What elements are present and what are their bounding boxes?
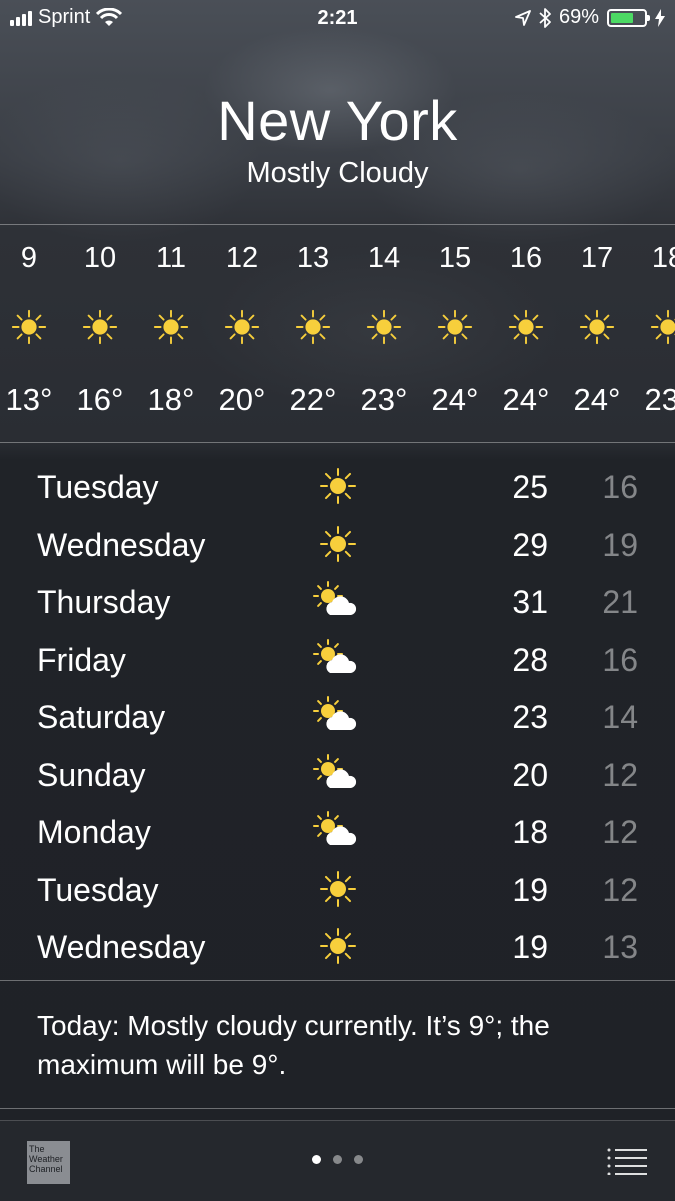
location-arrow-icon [515,9,531,26]
daily-row: Wednesday 29 19 [0,518,675,575]
hour-temp: 23° [360,382,408,417]
hour-label: 15 [438,242,472,274]
bluetooth-icon [539,7,551,28]
hour-temp: 13° [5,382,53,417]
current-condition: Mostly Cloudy [246,157,429,189]
high-temp: 19 [512,929,548,965]
high-temp: 20 [512,756,548,793]
day-name: Wednesday [37,929,206,965]
sun-icon [649,308,675,346]
high-temp: 28 [512,641,548,678]
hour-temp: 24° [573,382,621,417]
hour-temp: 20° [218,382,266,417]
city-name: New York [217,89,458,152]
divider-top [0,224,675,225]
page-dot[interactable] [312,1155,321,1164]
sun-icon [318,524,358,564]
hour-temp: 24° [502,382,550,417]
divider-hourly [0,442,675,443]
low-temp: 16 [602,469,638,505]
hour-label: 10 [83,242,117,274]
sun-icon [294,308,332,346]
hour-label: 13 [296,242,330,274]
low-temp: 21 [602,584,638,620]
high-temp: 25 [512,469,548,505]
hourly-forecast[interactable]: 9 13° 10 16° 11 18° 12 20° 13 22° 14 23° 15 24° 16 24° 1… [0,226,675,442]
day-name: Wednesday [37,526,206,563]
hour-temp: 23° [644,382,675,417]
partly-cloudy-icon [312,581,358,621]
high-temp: 29 [512,526,548,563]
page-dot[interactable] [333,1155,342,1164]
hour-temp: 16° [76,382,124,417]
low-temp: 19 [602,526,638,563]
battery-percent: 69% [558,6,599,28]
hour-label: 17 [580,242,614,274]
bottom-toolbar: The Weather Channel [0,1120,675,1201]
high-temp: 31 [512,584,548,620]
hour-label: 12 [225,242,259,274]
sun-icon [318,869,358,909]
high-temp: 19 [512,871,548,908]
status-bar: Sprint 2:21 69% [0,0,675,38]
day-name: Tuesday [37,871,159,908]
high-temp: 18 [512,814,548,850]
sun-icon [365,308,403,346]
partly-cloudy-icon [312,811,358,851]
sun-icon [507,308,545,346]
city-list-icon[interactable] [607,1147,647,1175]
daily-row: Wednesday 19 13 [0,920,675,977]
daily-row: Friday 28 16 [0,633,675,690]
low-temp: 16 [602,641,638,678]
hour-label: 9 [20,242,38,274]
day-name: Saturday [37,699,166,735]
battery-icon [607,8,650,27]
sun-icon [318,466,358,506]
hour-temp: 22° [289,382,337,417]
sun-icon [436,308,474,346]
hour-label: 11 [155,242,187,274]
day-name: Monday [37,814,151,850]
day-name: Sunday [37,756,146,793]
sun-icon [223,308,261,346]
partly-cloudy-icon [312,696,358,736]
high-temp: 23 [512,699,548,735]
sun-icon [318,926,358,966]
today-summary: Today: Mostly cloudy currently. It’s 9°;… [37,1010,550,1080]
divider-summary [0,1108,675,1109]
divider-daily [0,980,675,981]
sun-icon [578,308,616,346]
day-name: Tuesday [37,469,159,505]
day-name: Thursday [37,584,171,620]
partly-cloudy-icon [312,753,358,794]
low-temp: 12 [602,814,638,850]
hour-label: 14 [367,242,401,274]
day-name: Friday [37,641,126,678]
hour-temp: 24° [431,382,479,417]
partly-cloudy-icon [312,638,358,679]
low-temp: 12 [602,756,638,793]
daily-row: Saturday 23 14 [0,690,675,747]
low-temp: 13 [602,929,638,965]
page-indicator[interactable] [0,1155,675,1164]
charging-bolt-icon [655,8,665,27]
page-dot[interactable] [354,1155,363,1164]
daily-row: Thursday 31 21 [0,575,675,632]
hour-label: 18 [651,242,675,274]
sun-icon [10,308,48,346]
low-temp: 14 [602,699,638,735]
daily-row: Tuesday 19 12 [0,863,675,920]
sun-icon [152,308,190,346]
low-temp: 12 [602,871,638,908]
daily-row: Sunday 20 12 [0,748,675,805]
daily-row: Tuesday 25 16 [0,460,675,517]
sun-icon [81,308,119,346]
hour-label: 16 [509,242,543,274]
hour-temp: 18° [147,382,195,417]
daily-row: Monday 18 12 [0,805,675,862]
